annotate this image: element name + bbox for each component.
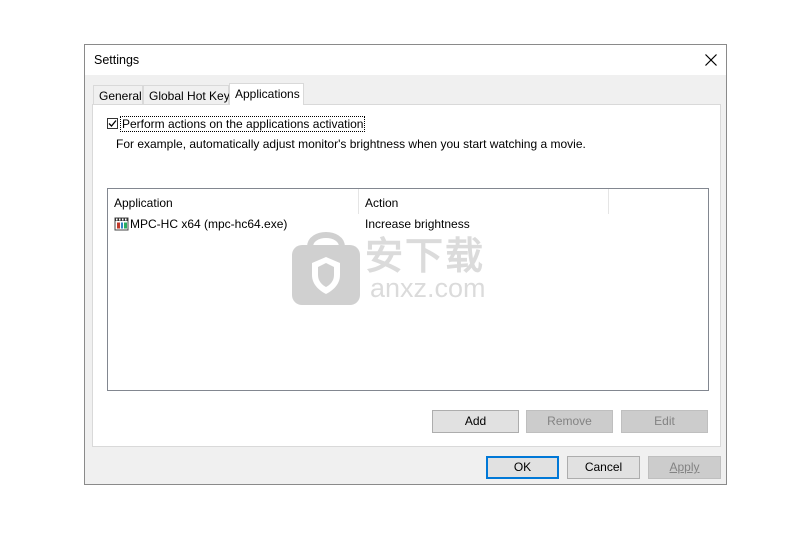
column-header-application[interactable]: Application (108, 189, 359, 214)
window-title: Settings (94, 53, 140, 67)
application-name: MPC-HC x64 (mpc-hc64.exe) (130, 217, 288, 231)
mpc-hc-icon (114, 217, 129, 231)
column-header-empty (609, 189, 615, 214)
checkmark-icon (108, 120, 117, 127)
apply-button[interactable]: Apply (648, 456, 721, 479)
activation-checkbox[interactable] (107, 118, 118, 129)
tab-applications[interactable]: Applications (229, 83, 304, 105)
ok-button[interactable]: OK (486, 456, 559, 479)
cancel-button[interactable]: Cancel (567, 456, 640, 479)
title-bar: Settings (85, 45, 726, 75)
activation-checkbox-label[interactable]: Perform actions on the applications acti… (119, 116, 366, 132)
close-button[interactable] (696, 45, 726, 75)
close-icon (705, 54, 717, 66)
tab-general[interactable]: General (93, 85, 143, 104)
tab-global-hot-keys[interactable]: Global Hot Keys (143, 85, 236, 104)
watermark: 安下载 anxz.com (290, 225, 510, 307)
watermark-text-cn: 安下载 (365, 236, 486, 278)
edit-button[interactable]: Edit (621, 410, 708, 433)
list-header: Application Action (108, 189, 708, 214)
column-header-action[interactable]: Action (359, 189, 609, 214)
description-text: For example, automatically adjust monito… (116, 137, 586, 151)
remove-button[interactable]: Remove (526, 410, 613, 433)
watermark-text-en: anxz.com (370, 273, 486, 303)
shield-bag-icon (292, 232, 360, 305)
apply-button-label: Apply (669, 460, 700, 474)
add-button[interactable]: Add (432, 410, 519, 433)
